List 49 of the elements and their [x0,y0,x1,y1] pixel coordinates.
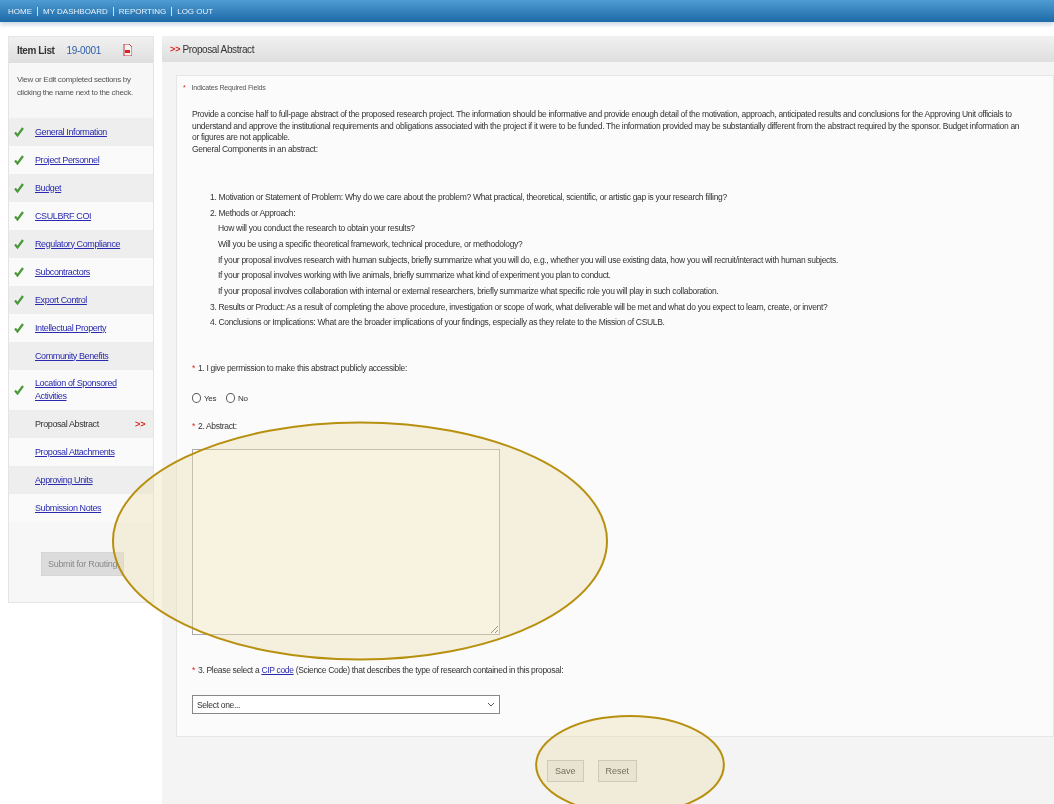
intro-text: or figures are not applicable. [192,132,291,145]
current-marker: >> [135,419,146,429]
required-mark: * [192,665,195,676]
component-subitem: Will you be using a specific theoretical framework, technical procedure, or methodology? [217,237,524,251]
radio-button[interactable] [226,393,236,404]
required-mark: * [192,363,195,374]
sidebar-item[interactable]: Subcontractors [35,265,123,279]
radio-button[interactable] [192,393,201,404]
question-label: 2. Abstract: [198,421,237,432]
intro-text: understand and approve the institutional requirements and obligations associated with the project if it were to be funded. The information provided may be substantially different from the abstract required by the sponsor. Budget information an [192,120,1021,133]
sidebar-item[interactable]: Project Personnel [35,153,123,167]
question-label: (Science Code) that describes the type of research contained in this proposal: [295,665,564,676]
sidebar-item[interactable]: Proposal Attachments [35,445,123,459]
component-item: 3. Results or Product: As a result of completing the above procedure, investigation or scope of work, what deliverable will be met and what do you expect to learn, create, or invent? [210,300,829,314]
section-marker: >> [170,44,181,54]
sidebar-note: View or Edit completed sections by clicking the name next to the check. [16,74,134,99]
item-number-link[interactable]: 19-0001 [66,44,102,56]
sidebar-title: Item List [17,44,55,56]
component-item: 2. Methods or Approach: [210,206,297,220]
cip-select[interactable]: Select one... [192,695,500,715]
sidebar-item[interactable]: CSULBRF COI [35,209,123,223]
nav-link[interactable]: MY DASHBOARD [37,6,113,16]
sidebar-item[interactable]: Location of Sponsored Activities [35,377,123,403]
radio-label: Yes [204,393,217,403]
component-subitem: How will you conduct the research to obtain your results? [217,222,416,236]
component-subitem: If your proposal involves working with live animals, briefly summarize what kind of experiment you plan to conduct. [217,269,612,283]
nav-link[interactable]: HOME [8,6,37,16]
radio-label: No [238,393,248,403]
sidebar-item[interactable]: Proposal Abstract [35,417,123,431]
component-subitem: If your proposal involves collaboration with internal or external researchers, briefly summarize what specific role you will play in such collaboration. [217,285,720,299]
panel-title: Proposal Abstract [182,43,255,55]
intro-text: Provide a concise half to full-page abstract of the proposed research project. The information should be informative and provide enough detail of the motivation, approach, anticipated results and conclusions for the Approving Unit officials to [192,109,1013,121]
form-button[interactable]: Reset [597,760,637,783]
cip-code-link[interactable]: CIP code [261,665,294,676]
nav-link[interactable]: REPORTING [112,6,172,16]
chevron-icon [487,702,495,708]
abstract-field[interactable] [192,449,500,636]
question-label: 1. I give permission to make this abstract publicly accessible: [198,363,407,374]
required-mark: * [192,421,195,432]
sidebar-item[interactable]: Intellectual Property [35,321,123,335]
pdf-icon[interactable] [123,44,133,56]
form-button[interactable]: Save [547,760,584,783]
component-item: 4. Conclusions or Implications: What are the broader implications of your findings, especially as they relate to the Mission of CSULB. [210,316,666,330]
question-label: 3. Please select a [198,665,260,676]
nav-link[interactable]: LOG OUT [171,6,219,16]
intro-text: General Components in an abstract: [192,144,319,156]
component-subitem: If your proposal involves research with human subjects, briefly summarize what you will do, e.g., whether you will use existing data, how you will recruit/interact with human subjects. [217,253,839,267]
component-item: 1. Motivation or Statement of Problem: Why do we care about the problem? What practical, theoretical, scientific, or artistic gap is your research filling? [210,190,728,204]
sidebar-item[interactable]: Submission Notes [35,501,123,515]
